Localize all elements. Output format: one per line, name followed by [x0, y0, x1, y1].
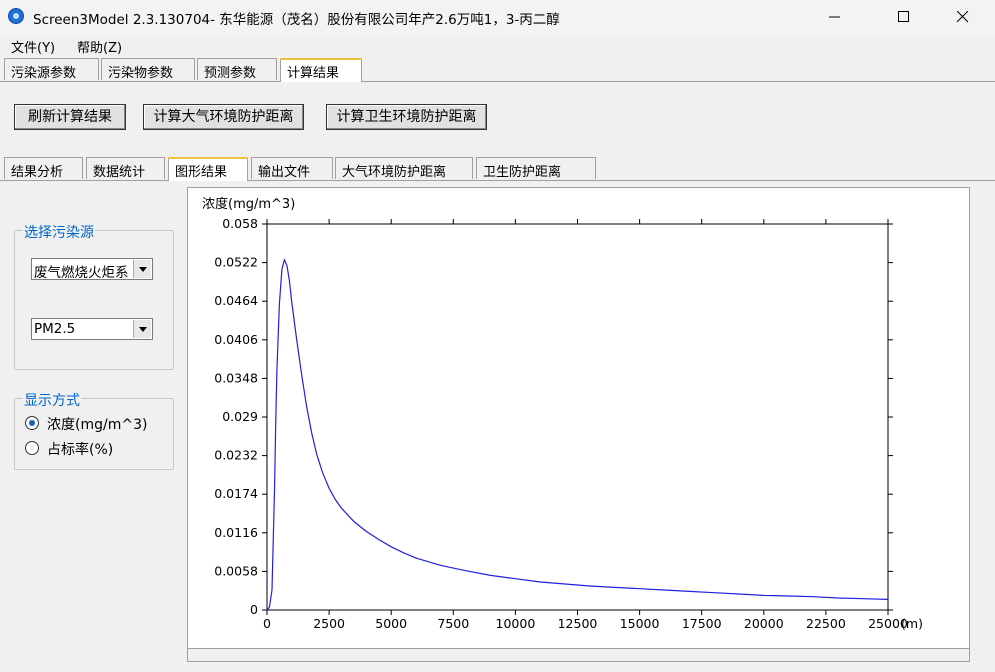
sub-tab-strip: 结果分析 数据统计 图形结果 输出文件 大气环境防护距离 卫生防护距离 [0, 157, 995, 181]
y-tick-label: 0.029 [222, 409, 258, 424]
x-tick-label: 12500 [558, 616, 598, 631]
chevron-down-icon[interactable] [133, 320, 151, 338]
calc-air-distance-button[interactable]: 计算大气环境防护距离 [143, 104, 304, 130]
main-tab-strip: 污染源参数 污染物参数 预测参数 计算结果 [0, 58, 995, 82]
calc-health-distance-button[interactable]: 计算卫生环境防护距离 [326, 104, 487, 130]
chart-panel: 浓度(mg/m^3) 0 0.0058 0.0116 0.0174 0.0232 0.029… [187, 187, 970, 649]
close-icon [957, 11, 969, 23]
app-icon [8, 8, 24, 24]
y-tick-label: 0.0522 [214, 255, 258, 270]
display-mode-group: 显示方式 浓度(mg/m^3) 占标率(%) [14, 390, 174, 470]
tab-label: 预测参数 [204, 66, 257, 81]
x-tick-label: 2500 [313, 616, 345, 631]
maximize-icon [898, 11, 909, 22]
tab-graph-results[interactable]: 图形结果 [168, 157, 248, 181]
menu-bar: 文件(Y) 帮助(Z) [0, 34, 995, 56]
y-tick-label: 0.0464 [214, 293, 258, 308]
maximize-button[interactable] [881, 0, 927, 34]
tab-air-protection[interactable]: 大气环境防护距离 [335, 157, 473, 180]
y-tick-label: 0.0348 [214, 370, 258, 385]
x-tick-label: 22500 [806, 616, 846, 631]
x-tick-label: 0 [263, 616, 271, 631]
y-tick-label: 0.0058 [214, 563, 258, 578]
x-tick-label: 5000 [375, 616, 407, 631]
horizontal-scrollbar[interactable] [187, 648, 970, 662]
source-select[interactable]: 废气燃烧火炬系 [31, 258, 153, 280]
window-title: Screen3Model 2.3.130704- 东华能源（茂名）股份有限公司年… [33, 12, 560, 28]
radio-unchecked-icon[interactable] [25, 441, 39, 455]
refresh-results-button[interactable]: 刷新计算结果 [14, 104, 126, 130]
y-tick-label: 0.0406 [214, 332, 258, 347]
radio-checked-icon[interactable] [25, 416, 39, 430]
tab-label: 输出文件 [258, 165, 311, 180]
y-tick-label: 0.058 [222, 216, 258, 231]
tab-output-file[interactable]: 输出文件 [251, 157, 333, 180]
tab-results[interactable]: 计算结果 [280, 58, 362, 82]
tab-health-protection[interactable]: 卫生防护距离 [476, 157, 596, 180]
menu-file[interactable]: 文件(Y) [11, 37, 55, 56]
tab-label: 数据统计 [93, 165, 146, 180]
pollutant-select-value: PM2.5 [34, 321, 76, 337]
plot-frame [266, 223, 889, 611]
tab-label: 卫生防护距离 [483, 165, 562, 180]
radio-concentration-label: 浓度(mg/m^3) [47, 417, 148, 433]
radio-percentage-label: 占标率(%) [47, 442, 114, 458]
tab-predict-params[interactable]: 预测参数 [197, 58, 277, 81]
display-group-legend: 显示方式 [23, 390, 81, 410]
y-tick-label: 0 [250, 602, 258, 617]
tab-label: 计算结果 [287, 66, 340, 81]
source-group: 选择污染源 废气燃烧火炬系 PM2.5 [14, 222, 174, 370]
minimize-button[interactable] [812, 0, 858, 34]
y-tick-label: 0.0116 [214, 525, 258, 540]
x-tick-label: 20000 [744, 616, 784, 631]
source-group-legend: 选择污染源 [23, 222, 95, 242]
chevron-down-icon[interactable] [133, 260, 151, 278]
y-tick-label: 0.0232 [214, 448, 258, 463]
tab-result-analysis[interactable]: 结果分析 [4, 157, 83, 180]
tab-source-params[interactable]: 污染源参数 [4, 58, 99, 81]
tab-label: 污染源参数 [11, 66, 77, 81]
tab-divider [0, 81, 995, 82]
menu-help[interactable]: 帮助(Z) [77, 37, 122, 56]
subtab-divider [0, 180, 995, 181]
y-tick-label: 0.0174 [214, 486, 258, 501]
tab-data-stats[interactable]: 数据统计 [86, 157, 165, 180]
tab-pollutant-params[interactable]: 污染物参数 [101, 58, 195, 81]
tab-label: 图形结果 [175, 165, 228, 180]
x-tick-label: 7500 [437, 616, 469, 631]
x-tick-label: 15000 [620, 616, 660, 631]
x-tick-label: 10000 [496, 616, 536, 631]
tab-label: 污染物参数 [108, 66, 174, 81]
x-axis-unit: (m) [901, 616, 923, 631]
tab-label: 结果分析 [11, 165, 64, 180]
minimize-icon [829, 16, 840, 18]
title-bar: Screen3Model 2.3.130704- 东华能源（茂名）股份有限公司年… [0, 0, 995, 34]
close-button[interactable] [940, 0, 986, 34]
pollutant-select[interactable]: PM2.5 [31, 318, 153, 340]
tab-label: 大气环境防护距离 [342, 165, 447, 180]
source-select-value: 废气燃烧火炬系 [34, 265, 129, 280]
x-tick-label: 17500 [682, 616, 722, 631]
y-axis-label: 浓度(mg/m^3) [202, 196, 295, 212]
concentration-chart: 浓度(mg/m^3) 0 0.0058 0.0116 0.0174 0.0232 0.029… [202, 196, 923, 631]
